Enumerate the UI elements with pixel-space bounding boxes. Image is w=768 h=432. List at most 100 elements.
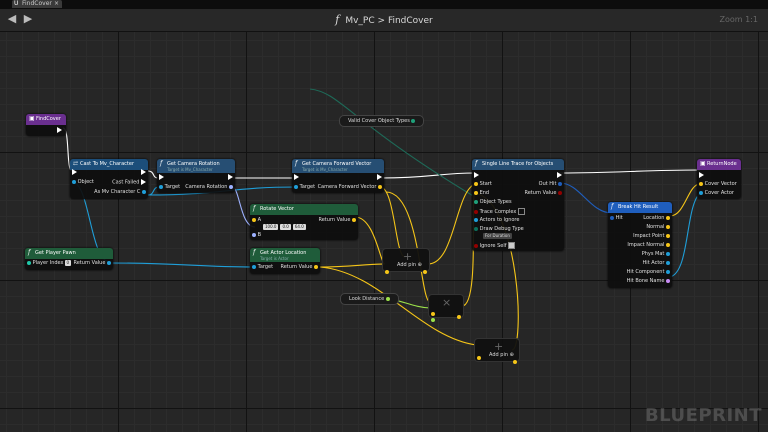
- trace-complex-checkbox[interactable]: [517, 208, 525, 215]
- vector-wire: [319, 263, 386, 268]
- multiply-vector-node[interactable]: ×: [428, 294, 464, 322]
- break-hit-result-node[interactable]: f Break Hit Result Hit Location Normal Im…: [608, 202, 672, 288]
- exec-in-pin[interactable]: [159, 174, 164, 181]
- hit-actor-pin[interactable]: Hit Actor: [643, 260, 670, 266]
- a-pin[interactable]: A: [252, 217, 261, 223]
- single-line-trace-node[interactable]: f Single Line Trace for Objects Start Out…: [472, 159, 564, 251]
- trace-complex-pin[interactable]: Trace Complex: [474, 208, 525, 215]
- out-hit-pin[interactable]: Out Hit: [539, 181, 562, 187]
- exec-in-pin[interactable]: [474, 172, 479, 179]
- output-pin[interactable]: [423, 259, 427, 278]
- findcover-entry-node[interactable]: ▣ FindCover: [26, 114, 66, 136]
- exec-in-pin[interactable]: [699, 172, 704, 179]
- b-pin[interactable]: B: [252, 232, 261, 238]
- rotate-vector-node[interactable]: f Rotate Vector A Return Value 100.0 0.0 64…: [250, 204, 358, 240]
- float-pin[interactable]: [385, 296, 390, 301]
- node-title: Single Line Trace for Objects: [482, 161, 554, 167]
- return-node[interactable]: ▣ ReturnNode Cover Vector Cover Actor: [697, 159, 741, 199]
- vector-input-fields[interactable]: 100.0 0.0 64.0: [262, 224, 307, 230]
- object-wire: [669, 192, 701, 278]
- output-pin[interactable]: [457, 304, 461, 323]
- float-input-pin[interactable]: [431, 307, 435, 326]
- hit-bone-name-pin[interactable]: Hit Bone Name: [627, 278, 670, 284]
- add-pin-button[interactable]: Add pin ⊕: [489, 352, 514, 358]
- object-pin[interactable]: Object: [72, 179, 94, 185]
- actors-to-ignore-pin[interactable]: Actors to Ignore: [474, 217, 519, 223]
- vector-wire: [427, 183, 476, 265]
- ignore-self-checkbox[interactable]: [508, 242, 516, 249]
- object-types-pin[interactable]: Object Types: [474, 199, 512, 205]
- x-field[interactable]: 100.0: [263, 224, 279, 230]
- valid-cover-object-types-variable[interactable]: Valid Cover Object Types: [339, 115, 425, 127]
- get-actor-location-node[interactable]: f Get Actor Location Target is Actor Targe…: [250, 248, 320, 274]
- vector-wire: [379, 186, 406, 258]
- return-value-pin[interactable]: Return Value: [73, 260, 111, 266]
- cast-icon: ⇄: [73, 160, 79, 167]
- player-index-field[interactable]: 0: [64, 260, 72, 266]
- return-icon: ▣: [700, 160, 706, 167]
- graph-canvas[interactable]: ▣ FindCover ⇄ Cast To Mv_Character Object …: [0, 32, 768, 432]
- exec-out-pin[interactable]: [141, 169, 146, 176]
- hit-pin[interactable]: Hit: [610, 215, 623, 221]
- function-icon: f: [335, 13, 340, 26]
- zoom-level: Zoom 1:1: [719, 15, 758, 24]
- node-subtitle: Target is Mv_Character: [302, 167, 348, 172]
- exec-out-pin[interactable]: [377, 174, 382, 181]
- get-camera-forward-vector-node[interactable]: f Get Camera Forward Vector Target is Mv_C…: [292, 159, 384, 193]
- breadcrumb-function[interactable]: FindCover: [388, 16, 433, 26]
- location-pin[interactable]: Location: [643, 215, 670, 221]
- return-value-pin[interactable]: Return Value: [524, 190, 562, 196]
- close-icon[interactable]: ×: [54, 0, 59, 8]
- add-pin-button[interactable]: Add pin ⊕: [397, 262, 422, 268]
- draw-debug-dropdown[interactable]: For Duration: [482, 233, 513, 239]
- cover-vector-pin[interactable]: Cover Vector: [699, 181, 737, 187]
- exec-out-pin[interactable]: [57, 127, 62, 134]
- return-value-pin[interactable]: Return Value: [318, 217, 356, 223]
- cast-to-character-node[interactable]: ⇄ Cast To Mv_Character Object Cast Failed…: [70, 159, 148, 199]
- player-index-pin[interactable]: Player Index 0: [27, 260, 72, 266]
- return-value-pin[interactable]: Return Value: [280, 264, 318, 270]
- target-pin[interactable]: Target: [159, 184, 180, 190]
- z-field[interactable]: 64.0: [292, 224, 306, 230]
- node-title: Get Player Pawn: [35, 250, 76, 256]
- node-title: Rotate Vector: [260, 206, 294, 212]
- y-field[interactable]: 0.0: [280, 224, 291, 230]
- exec-wire: [559, 169, 701, 174]
- breadcrumb-blueprint[interactable]: Mv_PC: [345, 16, 374, 26]
- add-vector-node-1[interactable]: + Add pin ⊕: [382, 248, 430, 274]
- input-pins[interactable]: [477, 345, 481, 364]
- exec-out-pin[interactable]: [557, 172, 562, 179]
- end-pin[interactable]: End: [474, 190, 489, 196]
- get-player-pawn-node[interactable]: f Get Player Pawn Player Index 0 Return Va…: [25, 248, 113, 270]
- cast-failed-pin[interactable]: Cast Failed: [112, 179, 146, 186]
- node-title: FindCover: [36, 116, 61, 122]
- tab-findcover[interactable]: U FindCover ×: [12, 0, 62, 8]
- draw-debug-type-pin[interactable]: Draw Debug Type: [474, 226, 524, 232]
- camera-forward-vector-pin[interactable]: Camera Forward Vector: [318, 184, 382, 190]
- tab-title: FindCover: [22, 0, 52, 7]
- exec-in-pin[interactable]: [294, 174, 299, 181]
- target-pin[interactable]: Target: [252, 264, 273, 270]
- exec-in-pin[interactable]: [72, 169, 77, 176]
- target-pin[interactable]: Target: [294, 184, 315, 190]
- ignore-self-pin[interactable]: Ignore Self: [474, 242, 516, 249]
- start-pin[interactable]: Start: [474, 181, 492, 187]
- look-distance-variable[interactable]: Look Distance: [340, 293, 399, 305]
- cover-actor-pin[interactable]: Cover Actor: [699, 190, 734, 196]
- impact-point-pin[interactable]: Impact Point: [633, 233, 670, 239]
- camera-rotation-pin[interactable]: Camera Rotation: [185, 184, 233, 190]
- function-icon: f: [160, 160, 163, 167]
- input-pins[interactable]: [385, 259, 389, 278]
- output-pin[interactable]: [513, 349, 517, 368]
- exec-out-pin[interactable]: [228, 174, 233, 181]
- hit-component-pin[interactable]: Hit Component: [627, 269, 670, 275]
- object-types-pin[interactable]: [411, 118, 416, 123]
- impact-normal-pin[interactable]: Impact Normal: [627, 242, 670, 248]
- normal-pin[interactable]: Normal: [646, 224, 670, 230]
- add-vector-node-2[interactable]: + Add pin ⊕: [474, 338, 520, 364]
- get-camera-rotation-node[interactable]: f Get Camera Rotation Target is Mv_Charact…: [157, 159, 235, 193]
- phys-mat-pin[interactable]: Phys Mat: [642, 251, 670, 257]
- vector-wire: [354, 216, 386, 265]
- as-character-pin[interactable]: As Mv Character C: [94, 189, 146, 195]
- function-icon: f: [475, 160, 478, 167]
